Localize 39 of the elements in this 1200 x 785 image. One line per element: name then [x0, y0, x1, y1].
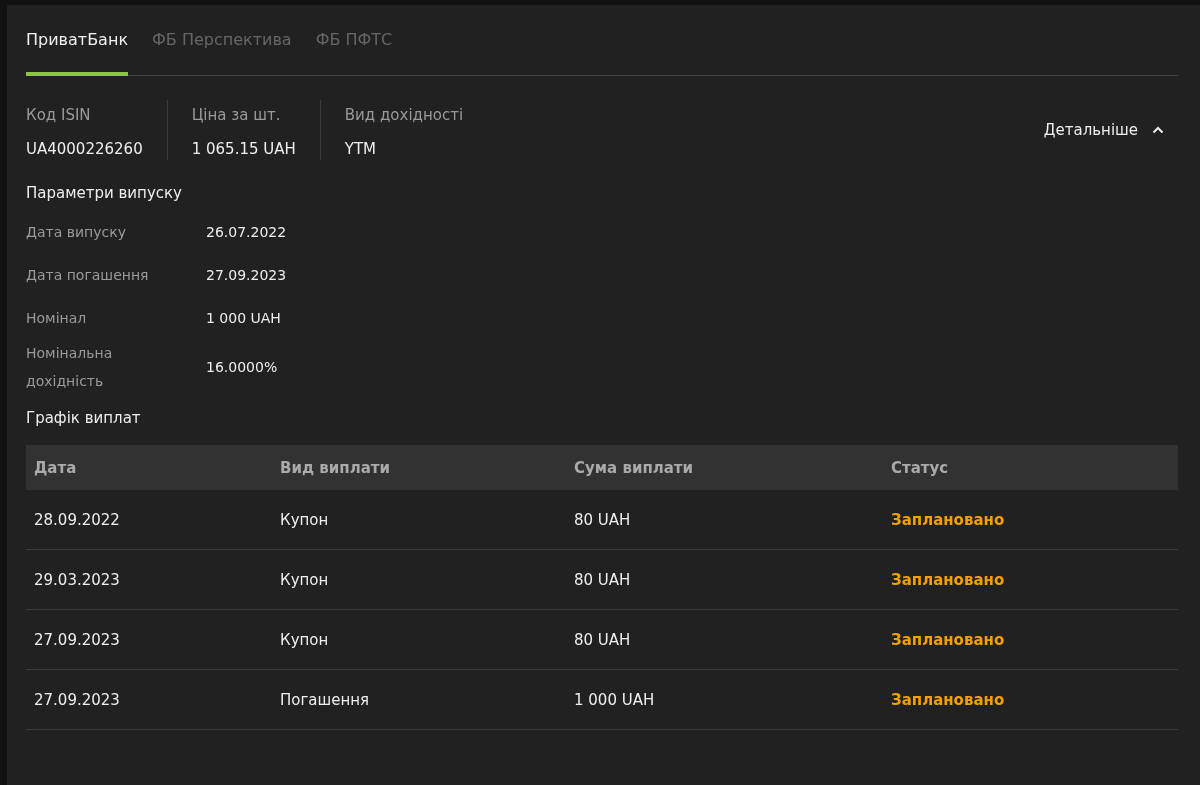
table-cell: 1 000 UAH	[566, 669, 883, 730]
status-text: Заплановано	[883, 549, 1178, 610]
section-title: Параметри випуску	[26, 184, 183, 202]
field-label: Ціна за шт.	[191, 106, 282, 124]
field-value: 1 065.15 UAH	[191, 140, 296, 158]
table-cell: 27.09.2023	[26, 669, 272, 730]
status-text: Заплановано	[883, 490, 1178, 550]
field-value: UA4000226260	[26, 140, 143, 158]
table-cell: Погашення	[272, 669, 566, 730]
field-label: Код ISIN	[26, 106, 92, 124]
param-value: 1 000 UAH	[206, 309, 282, 326]
param-value: 16.0000%	[206, 359, 279, 375]
param-value: 26.07.2022	[206, 223, 288, 240]
column-header: Вид виплати	[272, 445, 566, 490]
field-value: YTM	[344, 140, 378, 158]
table-cell: Купон	[272, 609, 566, 670]
param-value: 27.09.2023	[206, 266, 288, 283]
status-text: Заплановано	[883, 669, 1178, 730]
column-header: Статус	[883, 445, 1178, 490]
table-cell: 80 UAH	[566, 609, 883, 670]
param-label: Номінальна дохідність	[26, 344, 114, 391]
param-label: Дата випуску	[26, 222, 127, 242]
section-title: Графік виплат	[26, 409, 142, 427]
field-label: Вид дохідності	[344, 106, 464, 124]
column-header: Дата	[26, 445, 272, 490]
table-cell: 28.09.2022	[26, 490, 272, 550]
table-cell: Купон	[272, 549, 566, 610]
param-label: Номінал	[26, 308, 88, 328]
param-label: Дата погашення	[26, 265, 150, 285]
column-header: Сума виплати	[566, 445, 883, 490]
chevron-icon	[1152, 126, 1164, 134]
table-cell: 80 UAH	[566, 490, 883, 550]
table-cell: 80 UAH	[566, 549, 883, 610]
table-cell: 29.03.2023	[26, 549, 272, 610]
details-toggle[interactable]: Детальніше	[1043, 121, 1178, 139]
status-text: Заплановано	[883, 609, 1178, 670]
table-cell: 27.09.2023	[26, 609, 272, 670]
tab[interactable]: ПриватБанк	[26, 30, 129, 76]
table-cell: Купон	[272, 490, 566, 550]
